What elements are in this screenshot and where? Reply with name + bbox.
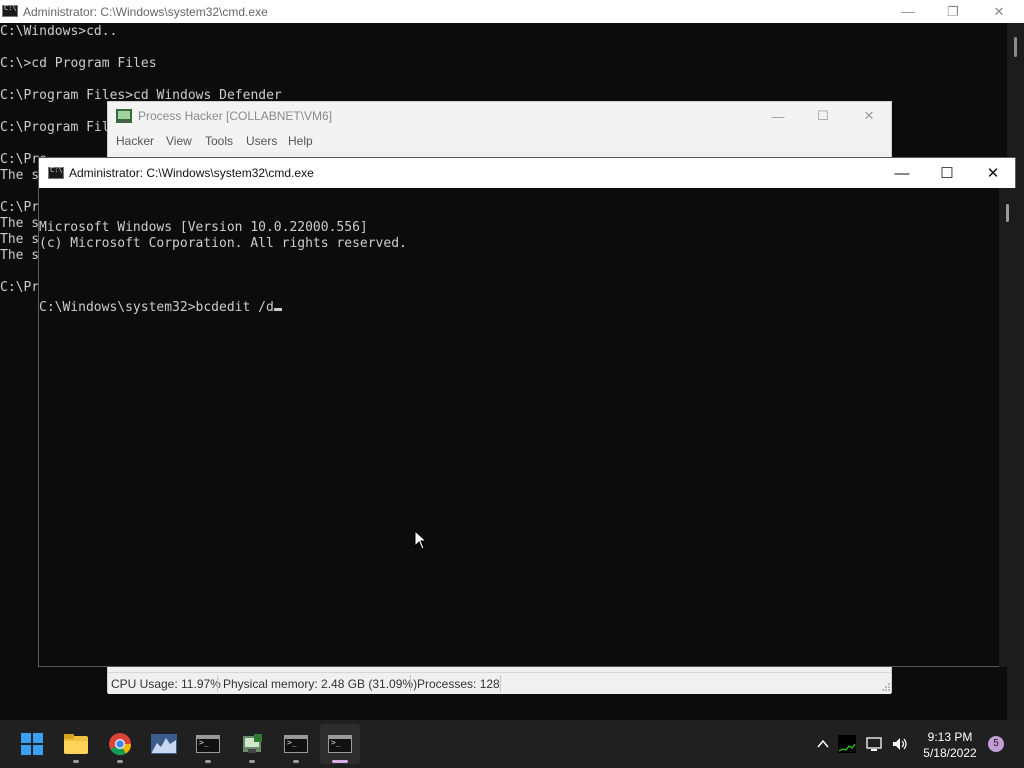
minimize-icon[interactable]: —	[879, 158, 925, 188]
taskbar-terminal-1[interactable]	[188, 724, 228, 764]
scrollbar-thumb[interactable]	[1006, 204, 1009, 222]
taskbar-chrome[interactable]	[100, 724, 140, 764]
start-icon	[21, 733, 43, 755]
process-hacker-statusbar: CPU Usage: 11.97% Physical memory: 2.48 …	[108, 672, 891, 694]
menu-users[interactable]: Users	[246, 134, 277, 148]
process-hacker-title: Process Hacker [COLLABNET\VM6]	[138, 109, 333, 123]
start-button[interactable]	[12, 724, 52, 764]
terminal-icon	[328, 735, 352, 753]
file-explorer-icon	[64, 734, 88, 754]
menu-hacker[interactable]: Hacker	[116, 134, 154, 148]
taskbar-process-hacker[interactable]	[144, 724, 184, 764]
taskbar-terminal-2[interactable]	[276, 724, 316, 764]
cmd-icon	[2, 4, 18, 17]
cmd-icon	[48, 166, 64, 179]
cpu-graph-icon	[838, 735, 856, 753]
taskbar-terminal-3[interactable]	[320, 724, 360, 764]
background-console-line	[0, 72, 282, 88]
foreground-console-line: (c) Microsoft Corporation. All rights re…	[39, 236, 407, 251]
speaker-icon	[893, 738, 907, 750]
taskbar: 9:13 PM 5/18/2022	[0, 720, 1024, 768]
background-cmd-titlebar[interactable]: Administrator: C:\Windows\system32\cmd.e…	[0, 0, 1024, 23]
process-count: Processes: 128	[417, 677, 500, 691]
close-icon[interactable]: ✕	[846, 102, 892, 130]
foreground-console-line: Microsoft Windows [Version 10.0.22000.55…	[39, 220, 368, 235]
server-manager-icon	[243, 734, 262, 753]
chevron-up-icon	[817, 739, 829, 748]
menu-view[interactable]: View	[166, 134, 192, 148]
terminal-icon	[284, 735, 308, 753]
process-hacker-titlebar[interactable]: Process Hacker [COLLABNET\VM6] — ☐ ✕	[108, 102, 891, 130]
process-hacker-icon	[116, 109, 132, 123]
text-cursor	[273, 308, 282, 311]
background-console-line: C:\Windows>cd..	[0, 24, 118, 39]
foreground-cmd-titlebar[interactable]: Administrator: C:\Windows\system32\cmd.e…	[39, 158, 1015, 188]
command-prompt-line[interactable]: C:\Windows\system32>bcdedit /d	[39, 300, 274, 315]
physical-memory: Physical memory: 2.48 GB (31.09%)	[223, 677, 418, 691]
tray-process-hacker[interactable]	[838, 720, 856, 768]
show-hidden-icons-button[interactable]	[815, 720, 831, 768]
minimize-icon[interactable]: —	[755, 102, 801, 130]
chrome-icon	[109, 733, 132, 756]
close-icon[interactable]: ✕	[976, 0, 1022, 23]
taskbar-server-manager[interactable]	[232, 724, 272, 764]
maximize-icon[interactable]: ☐	[924, 158, 970, 188]
mouse-pointer-icon	[414, 530, 428, 550]
scrollbar-thumb[interactable]	[1014, 37, 1017, 57]
background-cmd-title: Administrator: C:\Windows\system32\cmd.e…	[23, 5, 268, 19]
volume-control[interactable]	[891, 720, 909, 768]
foreground-console-line	[39, 252, 407, 268]
menu-help[interactable]: Help	[288, 134, 313, 148]
foreground-cmd-window[interactable]: Administrator: C:\Windows\system32\cmd.e…	[38, 157, 1016, 667]
notification-badge[interactable]: 5	[988, 736, 1004, 752]
process-hacker-icon	[151, 734, 177, 754]
network-status[interactable]	[866, 720, 884, 768]
menu-tools[interactable]: Tools	[205, 134, 233, 148]
foreground-cmd-title: Administrator: C:\Windows\system32\cmd.e…	[69, 166, 314, 180]
resize-grip-icon[interactable]	[881, 682, 891, 692]
network-icon	[866, 737, 882, 751]
taskbar-clock[interactable]: 9:13 PM 5/18/2022	[918, 729, 982, 761]
clock-time: 9:13 PM	[927, 730, 973, 744]
background-console-line	[0, 40, 282, 56]
minimize-icon[interactable]: —	[885, 0, 931, 23]
background-console-line: C:\>cd Program Files	[0, 56, 157, 71]
taskbar-file-explorer[interactable]	[56, 724, 96, 764]
maximize-icon[interactable]: ☐	[800, 102, 846, 130]
foreground-console-output[interactable]: Microsoft Windows [Version 10.0.22000.55…	[39, 188, 407, 348]
clock-date: 5/18/2022	[923, 746, 977, 760]
process-hacker-menubar: Hacker View Tools Users Help	[108, 130, 891, 152]
maximize-icon[interactable]: ❐	[930, 0, 976, 23]
terminal-icon	[196, 735, 220, 753]
foreground-cmd-scrollbar[interactable]	[999, 188, 1016, 667]
cpu-usage: CPU Usage: 11.97%	[111, 677, 221, 691]
close-icon[interactable]: ✕	[970, 158, 1016, 188]
